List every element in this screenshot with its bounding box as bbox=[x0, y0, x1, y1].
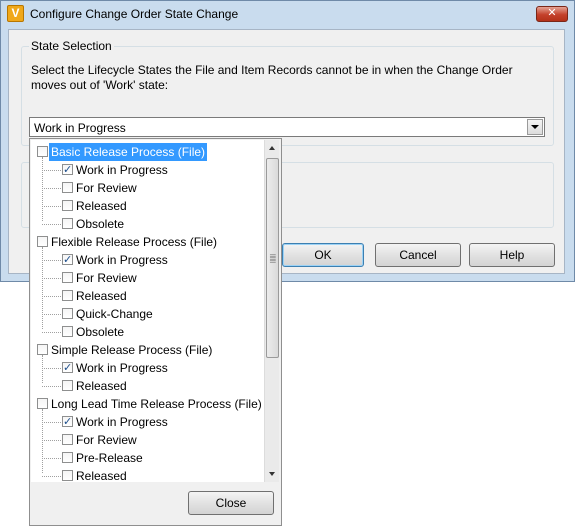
chevron-down-icon bbox=[531, 125, 539, 129]
tree-state-checkbox[interactable] bbox=[62, 413, 73, 431]
grip-icon: ═ ═ ═ bbox=[270, 251, 276, 266]
tree-group-checkbox[interactable] bbox=[37, 398, 48, 409]
combo-dropdown-button[interactable] bbox=[527, 119, 543, 135]
tree-state-row[interactable]: Released bbox=[31, 287, 264, 305]
tree-state-checkbox[interactable] bbox=[62, 182, 73, 193]
tree-state-row[interactable]: Work in Progress bbox=[31, 413, 264, 431]
instruction-text: Select the Lifecycle States the File and… bbox=[31, 63, 513, 92]
tree-group-row[interactable]: Long Lead Time Release Process (File) bbox=[31, 395, 264, 413]
tree-state-label: Work in Progress bbox=[76, 253, 168, 267]
tree-state-row[interactable]: Work in Progress bbox=[31, 359, 264, 377]
tree-group-label: Long Lead Time Release Process (File) bbox=[51, 397, 262, 411]
tree-state-label: Quick-Change bbox=[76, 307, 153, 321]
tree-state-row[interactable]: For Review bbox=[31, 269, 264, 287]
scroll-up-button[interactable] bbox=[265, 141, 280, 156]
scroll-down-button[interactable] bbox=[265, 467, 280, 482]
tree-state-label: For Review bbox=[76, 181, 137, 195]
scroll-thumb[interactable]: ═ ═ ═ bbox=[266, 158, 279, 358]
tree-state-checkbox[interactable] bbox=[62, 161, 73, 179]
tree-state-checkbox[interactable] bbox=[62, 326, 73, 337]
tree-state-row[interactable]: Work in Progress bbox=[31, 251, 264, 269]
state-selection-group-title: State Selection bbox=[29, 39, 114, 53]
popup-close-button[interactable]: Close bbox=[188, 491, 274, 515]
tree-state-checkbox[interactable] bbox=[62, 452, 73, 463]
tree-state-row[interactable]: Work in Progress bbox=[31, 161, 264, 179]
tree-group-label: Basic Release Process (File) bbox=[49, 143, 208, 161]
tree-state-label: Released bbox=[76, 469, 127, 482]
title-bar[interactable]: V Configure Change Order State Change ✕ bbox=[0, 0, 575, 28]
tree-state-label: For Review bbox=[76, 433, 137, 447]
tree-state-row[interactable]: Released bbox=[31, 377, 264, 395]
tree-state-row[interactable]: Quick-Change bbox=[31, 305, 264, 323]
tree-state-row[interactable]: Released bbox=[31, 467, 264, 482]
tree-state-label: For Review bbox=[76, 271, 137, 285]
tree-scrollbar[interactable]: ═ ═ ═ bbox=[264, 140, 279, 482]
lifecycle-state-tree[interactable]: Basic Release Process (File) Work in Prog… bbox=[31, 140, 264, 482]
tree-state-label: Obsolete bbox=[76, 325, 125, 339]
tree-state-row[interactable]: Obsolete bbox=[31, 323, 264, 341]
tree-state-checkbox[interactable] bbox=[62, 251, 73, 269]
window-title: Configure Change Order State Change bbox=[30, 7, 239, 21]
lifecycle-state-combo[interactable]: Work in Progress bbox=[29, 117, 545, 137]
tree-state-label: Work in Progress bbox=[76, 163, 168, 177]
arrow-down-icon bbox=[269, 472, 275, 476]
tree-state-checkbox[interactable] bbox=[62, 308, 73, 319]
tree-state-checkbox[interactable] bbox=[62, 218, 73, 229]
cancel-button[interactable]: Cancel bbox=[375, 243, 461, 267]
vault-app-icon: V bbox=[7, 5, 24, 22]
tree-group-label: Flexible Release Process (File) bbox=[51, 235, 218, 249]
tree-group-row[interactable]: Basic Release Process (File) bbox=[31, 143, 264, 161]
tree-state-label: Released bbox=[76, 289, 127, 303]
tree-state-label: Work in Progress bbox=[76, 361, 168, 375]
tree-group-row[interactable]: Simple Release Process (File) bbox=[31, 341, 264, 359]
tree-group-checkbox[interactable] bbox=[37, 344, 48, 355]
ok-button[interactable]: OK bbox=[282, 243, 364, 267]
tree-state-label: Released bbox=[76, 379, 127, 393]
combo-value: Work in Progress bbox=[34, 121, 126, 135]
tree-state-row[interactable]: Released bbox=[31, 197, 264, 215]
window-close-button[interactable]: ✕ bbox=[536, 6, 568, 22]
tree-state-label: Pre-Release bbox=[76, 451, 143, 465]
tree-group-checkbox[interactable] bbox=[37, 236, 48, 247]
tree-state-checkbox[interactable] bbox=[62, 470, 73, 481]
tree-group-row[interactable]: Flexible Release Process (File) bbox=[31, 233, 264, 251]
tree-state-label: Work in Progress bbox=[76, 415, 168, 429]
tree-state-checkbox[interactable] bbox=[62, 434, 73, 445]
tree-state-row[interactable]: Pre-Release bbox=[31, 449, 264, 467]
tree-group-checkbox[interactable] bbox=[37, 146, 48, 157]
tree-state-row[interactable]: For Review bbox=[31, 179, 264, 197]
help-button[interactable]: Help bbox=[469, 243, 555, 267]
tree-state-checkbox[interactable] bbox=[62, 200, 73, 211]
tree-state-label: Released bbox=[76, 199, 127, 213]
arrow-up-icon bbox=[269, 146, 275, 150]
tree-state-row[interactable]: For Review bbox=[31, 431, 264, 449]
tree-state-checkbox[interactable] bbox=[62, 359, 73, 377]
tree-group-label: Simple Release Process (File) bbox=[51, 343, 213, 357]
tree-state-checkbox[interactable] bbox=[62, 380, 73, 391]
tree-state-checkbox[interactable] bbox=[62, 290, 73, 301]
tree-state-row[interactable]: Obsolete bbox=[31, 215, 264, 233]
tree-state-checkbox[interactable] bbox=[62, 272, 73, 283]
tree-state-label: Obsolete bbox=[76, 217, 125, 231]
